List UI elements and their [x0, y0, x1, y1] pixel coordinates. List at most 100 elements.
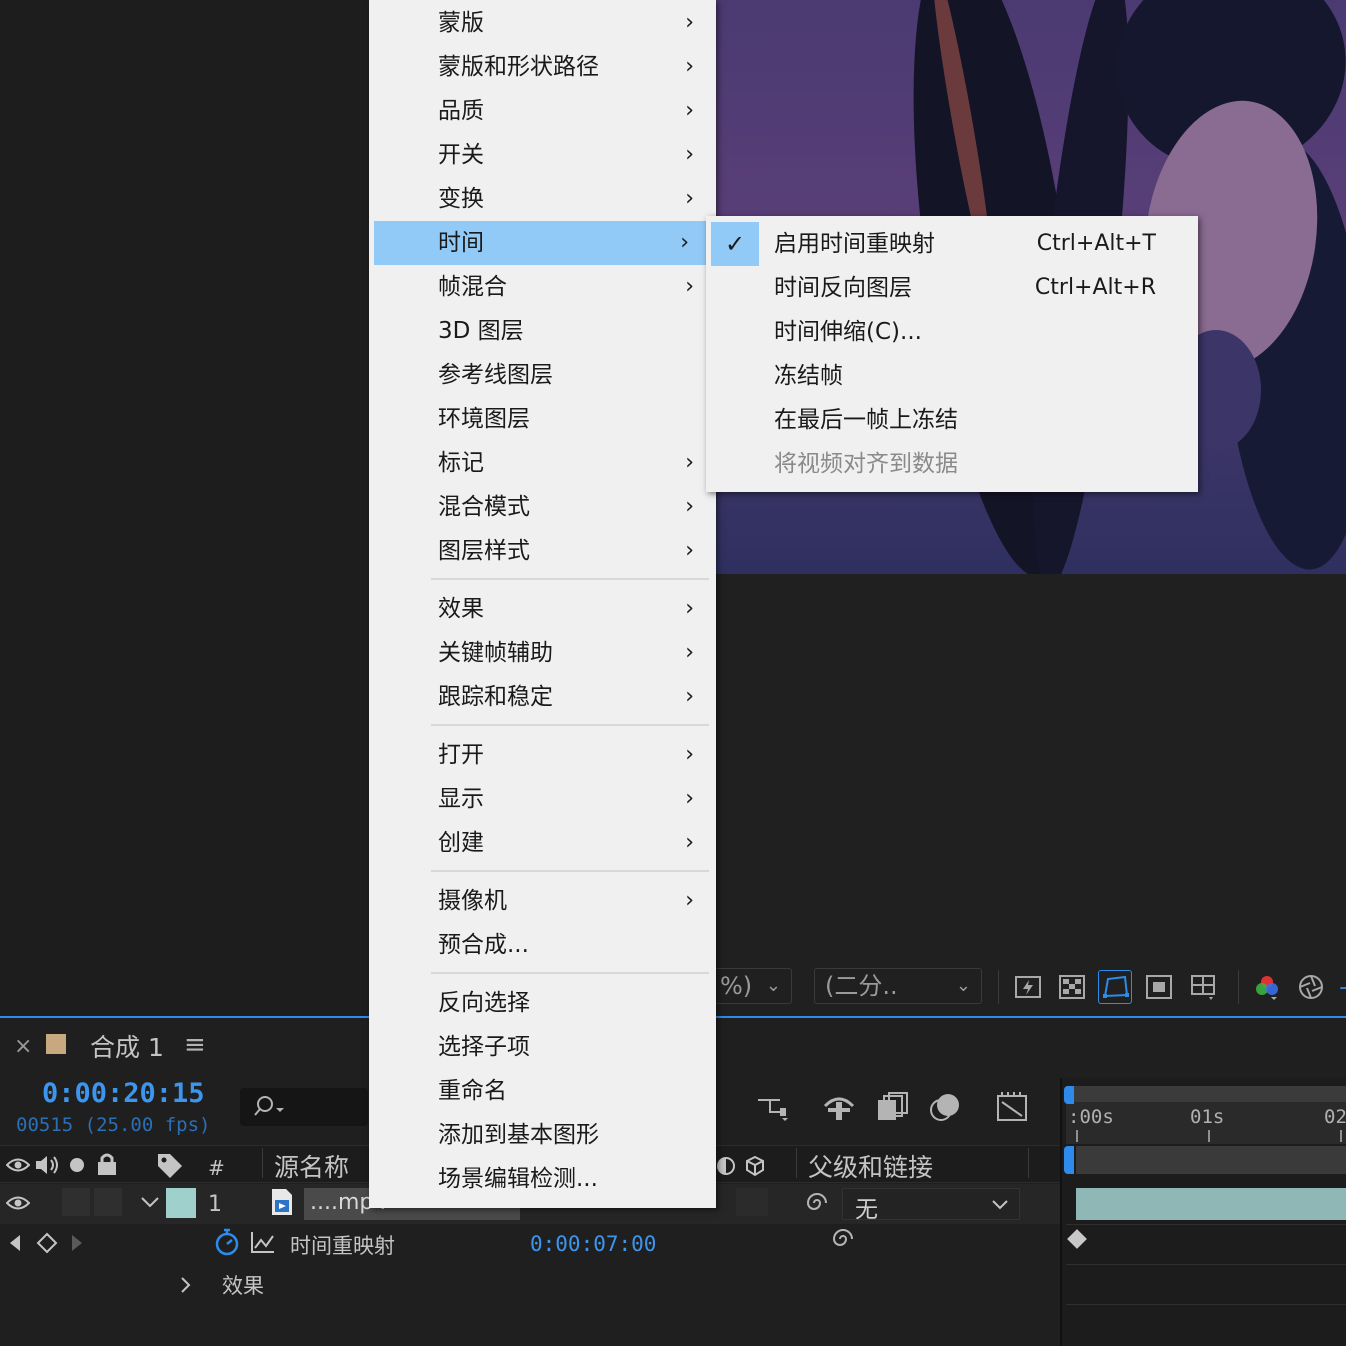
property-value[interactable]: 0:00:07:00	[530, 1232, 656, 1256]
current-timecode[interactable]: 0:00:20:15	[42, 1078, 205, 1109]
menu-item[interactable]: 蒙版 ›	[369, 1, 716, 45]
region-of-interest-icon[interactable]	[1142, 970, 1176, 1004]
layer-duration-bar[interactable]	[1076, 1188, 1346, 1220]
comp-flowchart-icon[interactable]	[756, 1094, 790, 1126]
layer-switch-toggle[interactable]	[736, 1188, 768, 1216]
adjustment-switch-icon[interactable]	[716, 1156, 736, 1180]
menu-item[interactable]: 场景编辑检测...	[369, 1157, 716, 1201]
layer-expand-chevron-icon[interactable]	[140, 1194, 160, 1213]
pick-whip-spiral-icon[interactable]	[804, 1190, 830, 1220]
work-area-start-handle[interactable]	[1064, 1086, 1074, 1104]
next-keyframe-icon[interactable]	[70, 1234, 84, 1256]
effects-group-row[interactable]	[0, 1264, 1060, 1304]
column-source-name[interactable]: 源名称	[274, 1148, 349, 1184]
add-keyframe-icon[interactable]	[36, 1232, 58, 1258]
column-number: #	[208, 1156, 225, 1180]
menu-item[interactable]: 标记 ›	[369, 441, 716, 485]
menu-item[interactable]: 参考线图层	[369, 353, 716, 397]
fast-preview-icon[interactable]	[1011, 970, 1045, 1004]
menu-item-label: 蒙版	[438, 10, 484, 36]
color-channels-icon[interactable]	[1250, 970, 1284, 1004]
previous-keyframe-icon[interactable]	[8, 1234, 22, 1256]
menu-item[interactable]: 跟踪和稳定 ›	[369, 675, 716, 719]
graph-editor-icon[interactable]	[996, 1090, 1030, 1128]
submenu-item[interactable]: 时间伸缩(C)...	[706, 310, 1198, 354]
parent-dropdown[interactable]: 无	[842, 1188, 1020, 1223]
submenu-item[interactable]: 时间反向图层 Ctrl+Alt+R	[706, 266, 1198, 310]
solo-icon[interactable]	[70, 1158, 84, 1172]
motion-blur-icon[interactable]	[928, 1092, 962, 1126]
exposure-reset-icon[interactable]	[1294, 970, 1328, 1004]
expression-pickwhip-icon[interactable]	[830, 1226, 856, 1256]
frame-blending-icon[interactable]	[876, 1092, 908, 1126]
submenu-item[interactable]: 冻结帧	[706, 354, 1198, 398]
menu-item[interactable]: 变换 ›	[369, 177, 716, 221]
menu-item[interactable]: 显示 ›	[369, 777, 716, 821]
eye-icon[interactable]	[5, 1156, 31, 1178]
search-icon	[254, 1096, 284, 1116]
expand-arrow-icon[interactable]	[180, 1276, 192, 1298]
label-tag-icon[interactable]	[156, 1152, 184, 1182]
menu-item[interactable]: 重命名	[369, 1069, 716, 1113]
menu-item[interactable]: 关键帧辅助 ›	[369, 631, 716, 675]
parent-dropdown-value: 无	[855, 1197, 878, 1223]
submenu-item: 将视频对齐到数据	[706, 442, 1198, 486]
menu-item[interactable]: 创建 ›	[369, 821, 716, 865]
lock-icon[interactable]	[96, 1152, 118, 1180]
mask-visibility-icon[interactable]	[1098, 970, 1132, 1004]
menu-item-label: 添加到基本图形	[438, 1122, 599, 1148]
menu-item-label: 创建	[438, 830, 484, 856]
zoom-dropdown[interactable]: %) ⌄	[710, 968, 792, 1004]
submenu-item-label: 启用时间重映射	[774, 231, 935, 257]
comp-tab-title[interactable]: 合成 1	[90, 1028, 164, 1064]
column-parent-link[interactable]: 父级和链接	[808, 1148, 933, 1184]
menu-item[interactable]: 时间 ›	[374, 221, 711, 265]
layer-lock-toggle[interactable]	[94, 1188, 122, 1216]
layer-solo-toggle[interactable]	[62, 1188, 90, 1216]
menu-item[interactable]: 开关 ›	[369, 133, 716, 177]
shy-layers-icon[interactable]	[822, 1092, 856, 1126]
menu-separator	[431, 578, 709, 580]
menu-item[interactable]: 预合成...	[369, 923, 716, 967]
3d-cube-icon[interactable]	[744, 1155, 766, 1181]
menu-item[interactable]: 图层样式 ›	[369, 529, 716, 573]
menu-item[interactable]: 打开 ›	[369, 733, 716, 777]
audio-icon[interactable]	[34, 1154, 60, 1180]
resolution-value: (二分..	[825, 972, 898, 1000]
menu-item-label: 反向选择	[438, 990, 530, 1016]
layer-label-swatch[interactable]	[166, 1188, 196, 1218]
layer-visibility-eye-icon[interactable]	[5, 1194, 31, 1216]
resolution-dropdown[interactable]: (二分.. ⌄	[814, 968, 982, 1004]
menu-item[interactable]: 蒙版和形状路径 ›	[369, 45, 716, 89]
shortcut-text: Ctrl+Alt+T	[1036, 231, 1156, 256]
current-time-indicator[interactable]	[1064, 1146, 1074, 1174]
menu-item[interactable]: 添加到基本图形	[369, 1113, 716, 1157]
shortcut-text: Ctrl+Alt+R	[1034, 275, 1156, 300]
chevron-down-icon: ⌄	[955, 975, 971, 996]
plus-icon[interactable]: +	[1338, 976, 1346, 1001]
stopwatch-icon[interactable]	[214, 1228, 240, 1260]
menu-item[interactable]: 品质 ›	[369, 89, 716, 133]
menu-separator	[431, 724, 709, 726]
layer-search-input[interactable]	[240, 1088, 368, 1126]
work-area-bar[interactable]	[1066, 1086, 1346, 1102]
panel-menu-icon[interactable]: ≡	[184, 1030, 206, 1060]
close-tab-icon[interactable]: ×	[14, 1034, 32, 1059]
submenu-item[interactable]: 在最后一帧上冻结	[706, 398, 1198, 442]
menu-item[interactable]: 环境图层	[369, 397, 716, 441]
transparency-grid-icon[interactable]	[1055, 970, 1089, 1004]
menu-item-label: 重命名	[438, 1078, 507, 1104]
graph-icon[interactable]	[250, 1230, 276, 1258]
menu-item[interactable]: 反向选择	[369, 981, 716, 1025]
menu-item[interactable]: 混合模式 ›	[369, 485, 716, 529]
submenu-item[interactable]: 启用时间重映射 Ctrl+Alt+T	[706, 222, 1198, 266]
guides-icon[interactable]	[1186, 970, 1220, 1004]
submenu-arrow-icon: ›	[680, 230, 689, 255]
menu-item[interactable]: 效果 ›	[369, 587, 716, 631]
submenu-arrow-icon: ›	[685, 830, 694, 855]
menu-item[interactable]: 帧混合 ›	[369, 265, 716, 309]
ruler-tick-1: 01s	[1190, 1106, 1225, 1128]
menu-item[interactable]: 摄像机 ›	[369, 879, 716, 923]
menu-item[interactable]: 3D 图层	[369, 309, 716, 353]
menu-item[interactable]: 选择子项	[369, 1025, 716, 1069]
